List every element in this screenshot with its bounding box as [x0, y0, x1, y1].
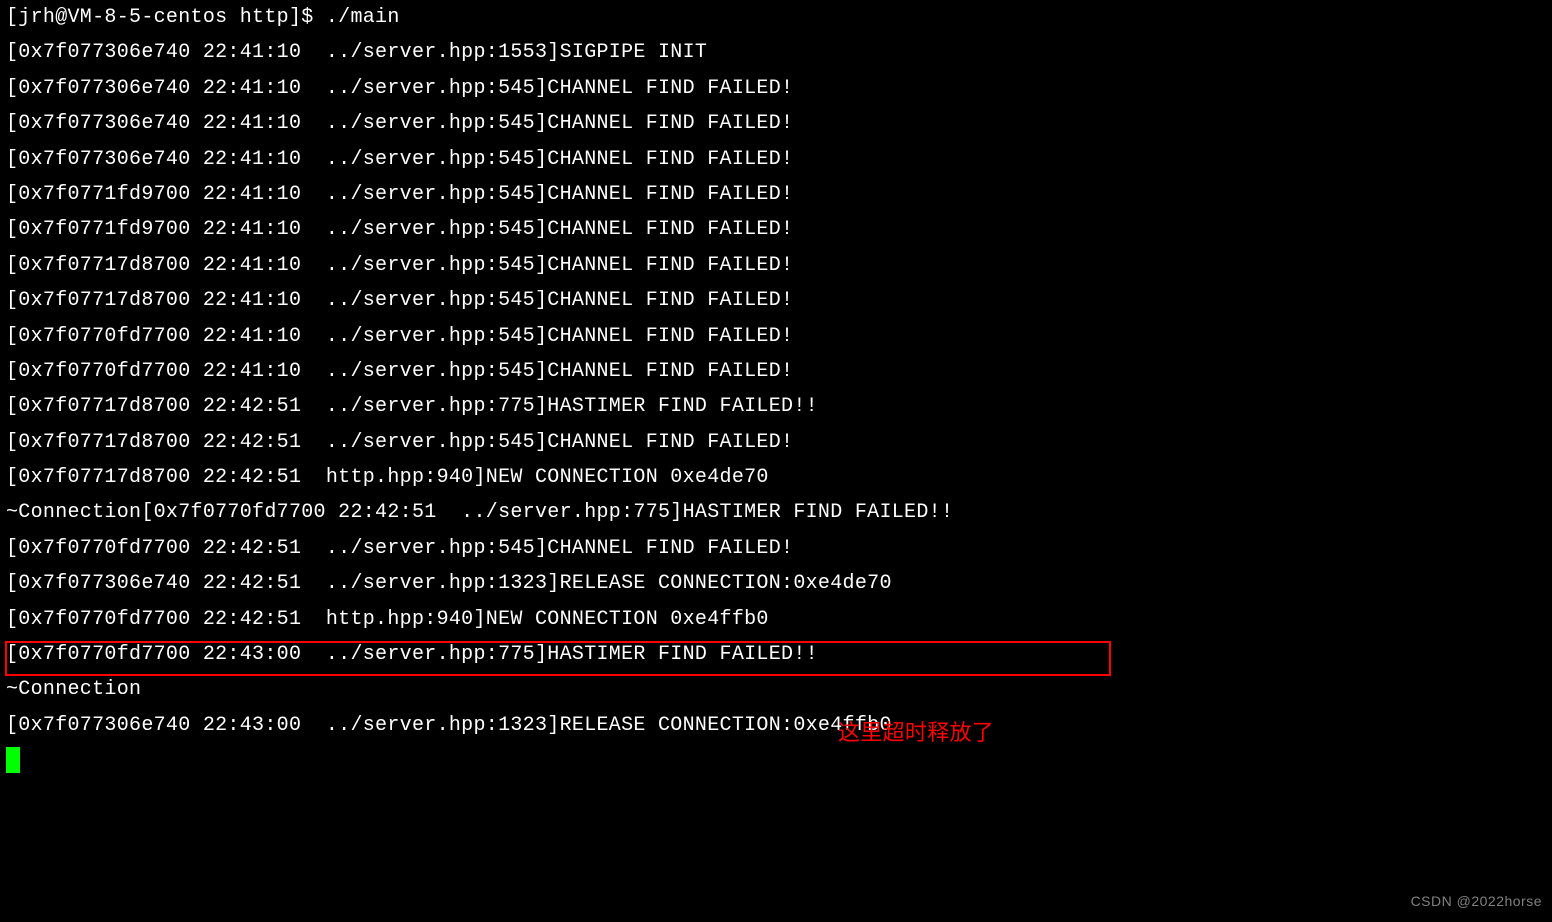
terminal-line: [0x7f07717d8700 22:42:51 ../server.hpp:7…: [6, 389, 1546, 424]
terminal-line: [0x7f077306e740 22:41:10 ../server.hpp:5…: [6, 71, 1546, 106]
terminal-line-highlighted: [0x7f0770fd7700 22:42:51 http.hpp:940]NE…: [6, 602, 1546, 637]
terminal-line: [0x7f077306e740 22:41:10 ../server.hpp:1…: [6, 35, 1546, 70]
terminal-line: [0x7f0771fd9700 22:41:10 ../server.hpp:5…: [6, 212, 1546, 247]
terminal-line: [0x7f077306e740 22:41:10 ../server.hpp:5…: [6, 142, 1546, 177]
cursor-icon: [6, 747, 20, 773]
terminal-line: [0x7f0770fd7700 22:43:00 ../server.hpp:7…: [6, 637, 1546, 672]
terminal-line: [0x7f0770fd7700 22:41:10 ../server.hpp:5…: [6, 319, 1546, 354]
terminal-line: [0x7f0770fd7700 22:42:51 ../server.hpp:5…: [6, 531, 1546, 566]
terminal-line: [0x7f077306e740 22:43:00 ../server.hpp:1…: [6, 708, 1546, 743]
terminal-line: [0x7f07717d8700 22:41:10 ../server.hpp:5…: [6, 283, 1546, 318]
terminal-prompt: [jrh@VM-8-5-centos http]$ ./main: [6, 0, 1546, 35]
terminal-cursor-line[interactable]: [6, 743, 1546, 786]
terminal-line: [0x7f07717d8700 22:42:51 http.hpp:940]NE…: [6, 460, 1546, 495]
terminal-line: [0x7f0770fd7700 22:41:10 ../server.hpp:5…: [6, 354, 1546, 389]
terminal-line: [0x7f077306e740 22:41:10 ../server.hpp:5…: [6, 106, 1546, 141]
terminal-line: ~Connection[0x7f0770fd7700 22:42:51 ../s…: [6, 495, 1546, 530]
terminal-line: ~Connection: [6, 672, 1546, 707]
terminal-line: [0x7f07717d8700 22:41:10 ../server.hpp:5…: [6, 248, 1546, 283]
terminal-line: [0x7f077306e740 22:42:51 ../server.hpp:1…: [6, 566, 1546, 601]
annotation-text: 这里超时释放了: [838, 722, 994, 744]
watermark: CSDN @2022horse: [1411, 889, 1542, 914]
terminal-line: [0x7f07717d8700 22:42:51 ../server.hpp:5…: [6, 425, 1546, 460]
terminal-line: [0x7f0771fd9700 22:41:10 ../server.hpp:5…: [6, 177, 1546, 212]
